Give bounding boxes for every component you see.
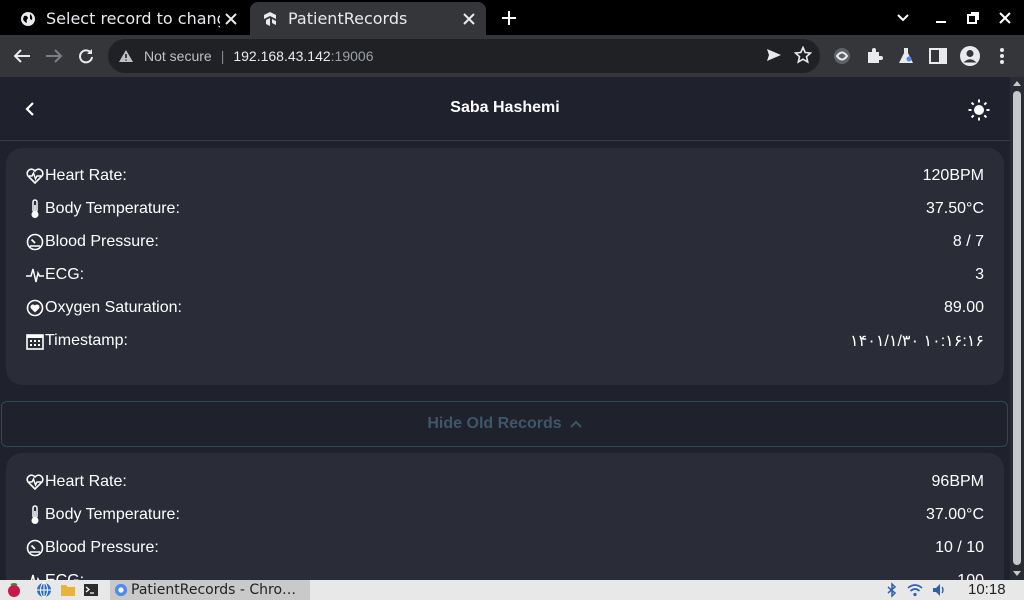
tab-title: PatientRecords — [288, 9, 408, 28]
heart-rate-value: 96BPM — [931, 473, 984, 490]
close-tab-icon[interactable] — [458, 8, 480, 30]
browser-tab-strip: Select record to change | PatientRecords — [0, 0, 1024, 35]
close-window-icon[interactable] — [993, 6, 1017, 30]
body-temperature-row: Body Temperature: 37.50°C — [26, 195, 984, 223]
new-tab-button[interactable] — [497, 6, 521, 30]
globe-icon — [20, 11, 36, 27]
scroll-up-arrow-icon[interactable] — [1013, 81, 1021, 86]
folder-icon[interactable] — [60, 582, 76, 598]
oxygen-saturation-value: 89.00 — [943, 299, 984, 316]
bookmark-star-icon[interactable] — [793, 45, 813, 67]
page-viewport: Saba Hashemi Heart Rate: 120BPM Body Tem… — [0, 77, 1010, 580]
security-label: Not secure — [144, 48, 212, 64]
heart-circle-icon — [26, 298, 44, 318]
page-scrollbar[interactable] — [1010, 77, 1024, 580]
heart-rate-row: Heart Rate: 96BPM — [26, 468, 984, 496]
heart-rate-value: 120BPM — [922, 167, 984, 184]
minimize-icon[interactable] — [929, 6, 953, 30]
blood-pressure-value: 10 / 10 — [935, 539, 984, 556]
task-label: PatientRecords - Chro… — [131, 582, 297, 598]
ecg-value: 100 — [957, 572, 984, 580]
tab-patient-records[interactable]: PatientRecords — [250, 2, 486, 35]
url-port: :19006 — [330, 48, 374, 64]
close-tab-icon[interactable] — [220, 8, 242, 30]
reload-icon[interactable] — [73, 43, 99, 69]
scroll-down-arrow-icon[interactable] — [1013, 571, 1021, 576]
send-icon[interactable] — [766, 47, 782, 66]
timestamp-row: Timestamp: ۱۴۰۱/۱/۳۰ ۱۰:۱۶:۱۶ — [26, 327, 984, 355]
raspberry-menu-icon[interactable] — [6, 582, 22, 598]
ecg-row: ECG: 3 — [26, 261, 984, 289]
warning-icon[interactable] — [118, 49, 136, 63]
address-bar[interactable]: Not secure | 192.168.43.142:19006 — [108, 39, 820, 73]
taskbar-item-chromium[interactable]: PatientRecords - Chro… — [110, 580, 310, 600]
body-temperature-row: Body Temperature: 37.00°C — [26, 501, 984, 529]
record-card: Heart Rate: 96BPM Body Temperature: 37.0… — [6, 453, 1004, 580]
extensions-puzzle-icon[interactable] — [861, 43, 887, 69]
body-temperature-value: 37.50°C — [926, 200, 984, 217]
back-arrow-icon[interactable] — [9, 43, 35, 69]
bluetooth-icon[interactable] — [884, 582, 900, 598]
app-header: Saba Hashemi — [0, 77, 1010, 141]
body-temperature-value: 37.00°C — [926, 506, 984, 523]
url-host: 192.168.43.142 — [233, 48, 331, 64]
timestamp-value: ۱۴۰۱/۱/۳۰ ۱۰:۱۶:۱۶ — [850, 333, 984, 350]
labs-flask-icon[interactable] — [893, 43, 919, 69]
wifi-icon[interactable] — [907, 582, 923, 598]
thermometer-icon — [26, 199, 44, 219]
extension-icon[interactable] — [829, 43, 855, 69]
tab-search-chevron-icon[interactable] — [891, 6, 915, 30]
tab-select-record[interactable]: Select record to change | — [8, 2, 248, 35]
profile-avatar-icon[interactable] — [957, 43, 983, 69]
blood-pressure-row: Blood Pressure: 8 / 7 — [26, 228, 984, 256]
ecg-value: 3 — [975, 266, 984, 283]
page-title: Saba Hashemi — [450, 99, 560, 116]
theme-toggle-sun-icon[interactable] — [966, 97, 992, 123]
gauge-icon — [26, 232, 44, 252]
ecg-wave-icon — [26, 265, 44, 285]
menu-kebab-icon[interactable] — [989, 43, 1015, 69]
browser-toolbar: Not secure | 192.168.43.142:19006 — [0, 35, 1024, 77]
heart-rate-row: Heart Rate: 120BPM — [26, 162, 984, 190]
tab-title: Select record to change | — [46, 9, 220, 28]
gauge-icon — [26, 538, 44, 558]
volume-icon[interactable] — [931, 582, 947, 598]
ecg-wave-icon — [26, 571, 44, 580]
side-panel-icon[interactable] — [925, 43, 951, 69]
clock: 10:18 — [968, 581, 1006, 598]
app-favicon-icon — [262, 11, 278, 27]
oxygen-saturation-row: Oxygen Saturation: 89.00 — [26, 294, 984, 322]
hide-old-records-button[interactable]: Hide Old Records — [1, 401, 1008, 447]
chevron-up-icon — [569, 420, 582, 428]
web-browser-globe-icon[interactable] — [36, 582, 52, 598]
toggle-label: Hide Old Records — [427, 415, 562, 432]
blood-pressure-row: Blood Pressure: 10 / 10 — [26, 534, 984, 562]
calendar-icon — [26, 331, 44, 351]
heart-pulse-icon — [26, 166, 44, 186]
record-card: Heart Rate: 120BPM Body Temperature: 37.… — [6, 148, 1004, 385]
ecg-row: ECG: 100 — [26, 567, 984, 580]
thermometer-icon — [26, 505, 44, 525]
blood-pressure-value: 8 / 7 — [952, 233, 984, 250]
heart-pulse-icon — [26, 472, 44, 492]
restore-icon[interactable] — [961, 6, 985, 30]
chromium-icon — [114, 583, 128, 597]
os-taskbar: PatientRecords - Chro… 10:18 — [0, 580, 1024, 600]
scrollbar-thumb[interactable] — [1013, 91, 1021, 565]
terminal-icon[interactable] — [83, 582, 99, 598]
forward-arrow-icon[interactable] — [41, 43, 67, 69]
